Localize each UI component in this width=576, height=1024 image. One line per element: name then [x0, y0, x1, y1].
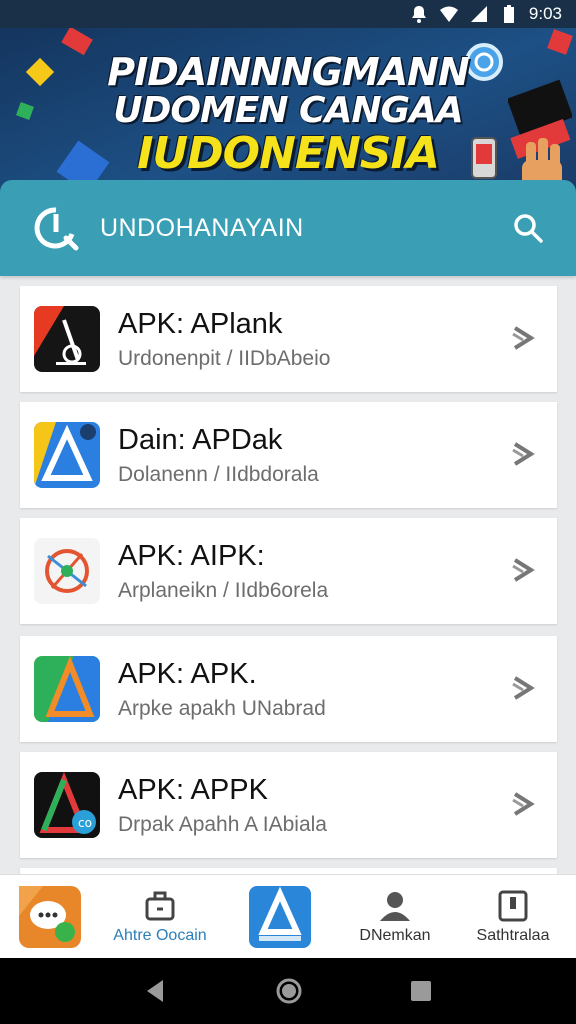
app-list-item[interactable]: APK: APlank Urdonenpit / IIDbAbeio	[20, 286, 557, 392]
status-time: 9:03	[528, 4, 562, 23]
chevron-right-icon[interactable]	[509, 440, 537, 468]
apk-icon-compass	[34, 538, 100, 604]
nav-label-apps: Ahtre Oocain	[113, 926, 207, 944]
app-name: APK: AIPK:	[118, 540, 265, 572]
nav-label-saved: Sathtralaa	[476, 926, 550, 944]
app-subtitle: Arpke apakh UNabrad	[118, 697, 326, 720]
system-nav-bar	[0, 958, 576, 1024]
apk-icon-blue-yellow	[34, 422, 100, 488]
store-app-icon	[249, 885, 311, 948]
nav-store-app[interactable]	[220, 885, 340, 948]
apps-icon	[145, 891, 175, 920]
app-subtitle: Dolanenn / IIdbdorala	[118, 463, 319, 486]
app-list-item[interactable]: APK: APK. Arpke apakh UNabrad	[20, 636, 557, 742]
app-name: Dain: APDak	[118, 424, 283, 456]
app-list-item[interactable]: Dain: APDak Dolanenn / IIdbdorala	[20, 402, 557, 508]
apk-icon-black-multicolor: co	[34, 772, 100, 838]
promo-banner[interactable]: PIDAINNNGMANN UDOMEN CANGAA IUDONENSIA	[0, 28, 576, 198]
banner-title-line1: PIDAINNNGMANN	[107, 50, 470, 94]
nav-apps[interactable]: Ahtre Oocain	[100, 889, 220, 945]
notification-icon	[411, 6, 426, 23]
nav-saved[interactable]: Sathtralaa	[450, 889, 576, 945]
chevron-right-icon[interactable]	[509, 324, 537, 352]
app-logo-icon	[34, 207, 79, 251]
nav-chat-app[interactable]	[0, 885, 100, 948]
bottom-nav: Ahtre Oocain DNemkan Sathtralaa	[0, 874, 576, 958]
back-icon[interactable]	[143, 978, 169, 1004]
banner-title-line3: IUDONENSIA	[137, 128, 440, 179]
app-name: APK: APK.	[118, 658, 257, 690]
app-title: UNDOHANAYAIN	[100, 213, 304, 242]
app-list-item[interactable]: APK: AIPK: Arplaneikn / IIdb6orela	[20, 518, 557, 624]
apk-icon-green-blue	[34, 656, 100, 722]
recents-icon[interactable]	[409, 979, 433, 1003]
nav-label-profile: DNemkan	[359, 926, 431, 944]
saved-icon	[498, 890, 528, 921]
svg-text:co: co	[78, 816, 92, 830]
app-subtitle: Drpak Apahh A IAbiala	[118, 813, 327, 836]
chevron-right-icon[interactable]	[509, 674, 537, 702]
chat-app-icon	[19, 885, 81, 948]
app-name: APK: APlank	[118, 308, 283, 340]
signal-icon	[470, 6, 487, 22]
home-icon[interactable]	[275, 977, 303, 1005]
status-bar: 9:03	[0, 0, 576, 28]
chevron-right-icon[interactable]	[509, 790, 537, 818]
battery-icon	[503, 5, 514, 23]
wifi-icon	[439, 6, 458, 22]
banner-title-line2: UDOMEN CANGAA	[113, 90, 463, 131]
nav-profile[interactable]: DNemkan	[340, 889, 450, 945]
search-icon[interactable]	[512, 212, 544, 244]
chevron-right-icon[interactable]	[509, 556, 537, 584]
app-subtitle: Arplaneikn / IIdb6orela	[118, 579, 329, 602]
search-header: UNDOHANAYAIN	[0, 180, 576, 276]
app-list: APK: APlank Urdonenpit / IIDbAbeio Dain:…	[20, 286, 557, 888]
profile-icon	[380, 891, 410, 921]
app-list-item[interactable]: co APK: APPK Drpak Apahh A IAbiala	[20, 752, 557, 858]
apk-icon-black-red	[34, 306, 100, 372]
app-name: APK: APPK	[118, 774, 268, 806]
app-subtitle: Urdonenpit / IIDbAbeio	[118, 347, 331, 370]
